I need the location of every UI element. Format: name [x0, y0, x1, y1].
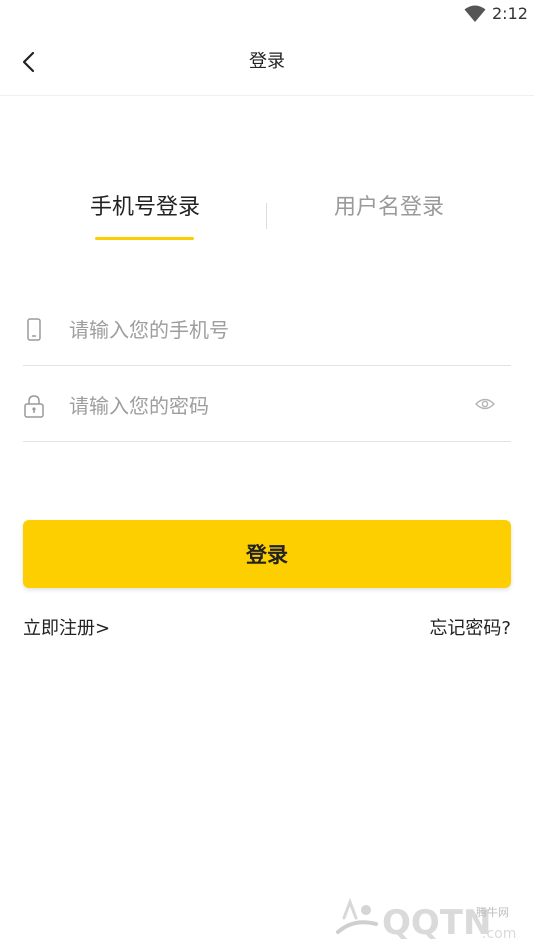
password-field	[23, 368, 511, 442]
wifi-icon	[464, 5, 486, 22]
nav-bar: 登录	[0, 28, 534, 96]
register-link[interactable]: 立即注册>	[23, 616, 110, 642]
tab-divider	[266, 203, 267, 229]
tab-username-login[interactable]: 用户名登录	[314, 190, 464, 226]
lock-icon	[24, 395, 44, 418]
tab-phone-login[interactable]: 手机号登录	[70, 190, 220, 226]
login-button[interactable]: 登录	[23, 520, 511, 588]
status-time: 2:12	[492, 4, 528, 23]
watermark-logo: QQTN .com 腾牛网	[336, 897, 516, 943]
eye-icon[interactable]	[475, 396, 495, 412]
status-bar: 2:12	[0, 0, 534, 28]
watermark-tag: 腾牛网	[476, 905, 509, 919]
page-title: 登录	[249, 51, 285, 72]
password-input[interactable]	[69, 386, 449, 426]
phone-field	[23, 292, 511, 366]
phone-icon	[27, 318, 41, 341]
active-tab-indicator	[95, 237, 194, 240]
forgot-password-link[interactable]: 忘记密码?	[429, 616, 511, 642]
watermark-suffix: .com	[482, 926, 516, 942]
phone-input[interactable]	[69, 310, 449, 350]
